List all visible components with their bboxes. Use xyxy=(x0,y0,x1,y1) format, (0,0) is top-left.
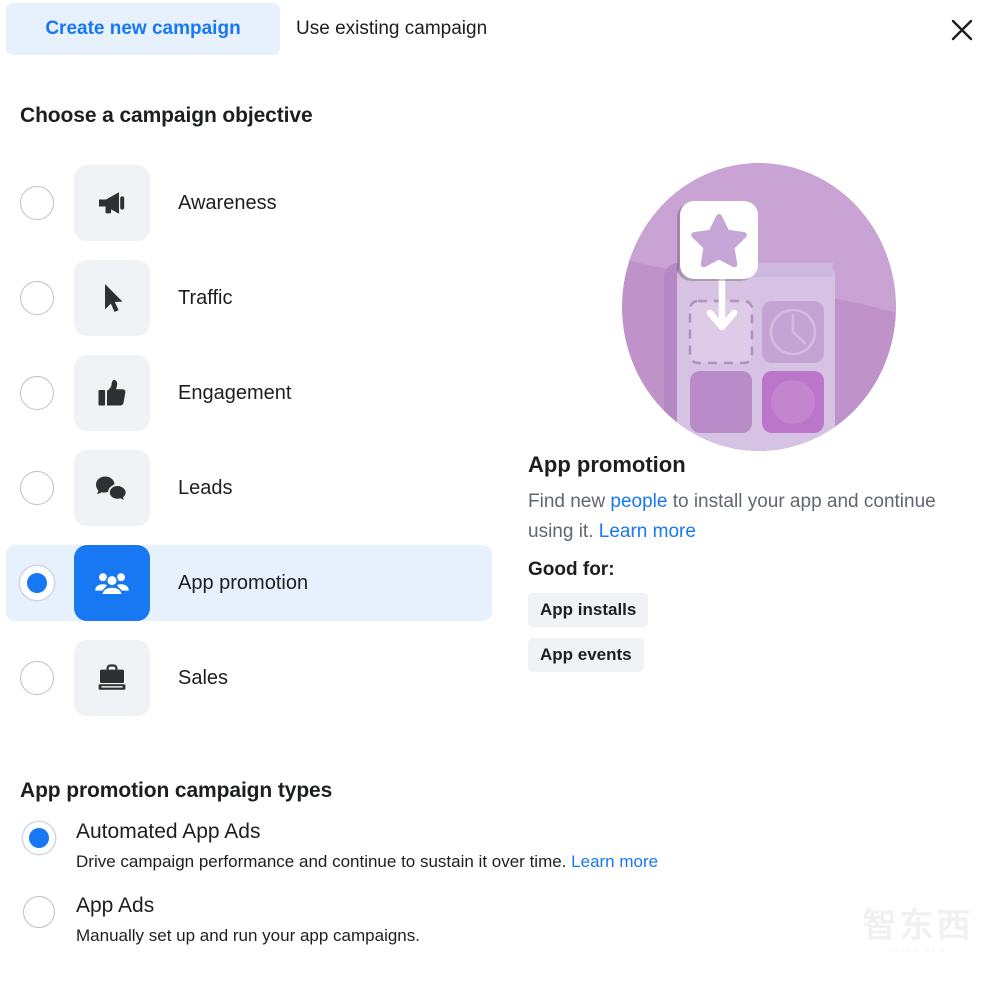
illustration-circle xyxy=(622,163,896,451)
objective-label-traffic: Traffic xyxy=(178,286,233,309)
good-for-chips: App installs App events xyxy=(528,593,988,683)
app-promotion-illustration xyxy=(622,163,896,451)
campaign-type-learn-more-link[interactable]: Learn more xyxy=(571,852,658,871)
campaign-type-row-app-ads[interactable]: App Ads Manually set up and run your app… xyxy=(20,892,820,966)
objective-label-app-promotion: App promotion xyxy=(178,571,309,594)
tab-use-existing-campaign-label: Use existing campaign xyxy=(296,18,488,39)
objective-section-title: Choose a campaign objective xyxy=(20,104,313,127)
tab-create-new-campaign[interactable]: Create new campaign xyxy=(6,3,280,55)
objective-row-engagement[interactable]: Engagement xyxy=(6,355,492,431)
detail-title: App promotion xyxy=(528,452,686,477)
chip-row-2: App events xyxy=(528,638,988,683)
campaign-type-label-app-ads: App Ads xyxy=(76,894,155,917)
thumbs-up-icon xyxy=(98,380,126,406)
objective-row-app-promotion[interactable]: App promotion xyxy=(6,545,492,621)
objective-icon-tile-engagement xyxy=(74,355,150,431)
campaign-type-desc-text-1: Drive campaign performance and continue … xyxy=(76,852,567,871)
objective-radio-sales[interactable] xyxy=(20,661,54,695)
people-link[interactable]: people xyxy=(610,491,667,512)
objective-label-leads: Leads xyxy=(178,476,233,499)
campaign-type-description-app-ads: Manually set up and run your app campaig… xyxy=(76,924,820,948)
objective-radio-leads[interactable] xyxy=(20,471,54,505)
tab-use-existing-campaign[interactable]: Use existing campaign xyxy=(296,3,556,55)
campaign-type-radio-automated-app-ads[interactable] xyxy=(23,822,55,854)
close-button[interactable] xyxy=(942,10,982,50)
objective-list: Awareness Traffic Engagement Leads App p… xyxy=(6,165,492,735)
cursor-icon xyxy=(105,284,123,312)
objective-icon-tile-app-promotion xyxy=(74,545,150,621)
objective-label-sales: Sales xyxy=(178,666,229,689)
objective-row-leads[interactable]: Leads xyxy=(6,450,492,526)
campaign-types-title: App promotion campaign types xyxy=(20,779,333,802)
illustration-artwork xyxy=(622,163,896,451)
speech-bubbles-icon xyxy=(96,476,128,504)
objective-icon-tile-sales xyxy=(74,640,150,716)
detail-description: Find new people to install your app and … xyxy=(528,487,948,547)
campaign-type-desc-text-2: Manually set up and run your app campaig… xyxy=(76,926,420,945)
people-group-icon xyxy=(95,573,129,596)
tab-create-new-campaign-label: Create new campaign xyxy=(45,18,241,39)
campaign-types-list: Automated App Ads Drive campaign perform… xyxy=(20,818,820,966)
briefcase-icon xyxy=(98,664,126,690)
chip-app-installs: App installs xyxy=(528,593,649,627)
objective-radio-traffic[interactable] xyxy=(20,281,54,315)
chip-app-events: App events xyxy=(528,638,644,672)
watermark: 智东西 zhidx.com xyxy=(854,905,982,967)
megaphone-icon xyxy=(99,192,125,214)
campaign-type-row-automated-app-ads[interactable]: Automated App Ads Drive campaign perform… xyxy=(20,818,820,892)
chip-row-1: App installs xyxy=(528,593,988,638)
campaign-type-radio-app-ads[interactable] xyxy=(23,896,55,928)
objective-row-traffic[interactable]: Traffic xyxy=(6,260,492,336)
dialog-tabbar: Create new campaign Use existing campaig… xyxy=(0,0,1000,58)
objective-icon-tile-traffic xyxy=(74,260,150,336)
objective-row-awareness[interactable]: Awareness xyxy=(6,165,492,241)
objective-radio-engagement[interactable] xyxy=(20,376,54,410)
close-icon xyxy=(951,19,973,41)
objective-label-awareness: Awareness xyxy=(178,191,277,214)
objective-detail-panel: App promotion Find new people to install… xyxy=(528,452,988,683)
objective-radio-app-promotion[interactable] xyxy=(20,566,54,600)
learn-more-link[interactable]: Learn more xyxy=(599,521,696,542)
detail-desc-part1: Find new xyxy=(528,491,611,512)
objective-row-sales[interactable]: Sales xyxy=(6,640,492,716)
good-for-label: Good for: xyxy=(528,559,615,580)
watermark-text: 智东西 xyxy=(862,906,974,946)
objective-icon-tile-awareness xyxy=(74,165,150,241)
objective-icon-tile-leads xyxy=(74,450,150,526)
objective-label-engagement: Engagement xyxy=(178,381,292,404)
campaign-type-description-automated-app-ads: Drive campaign performance and continue … xyxy=(76,850,820,874)
campaign-objective-dialog: Create new campaign Use existing campaig… xyxy=(0,0,1000,985)
objective-radio-awareness[interactable] xyxy=(20,186,54,220)
campaign-type-label-automated-app-ads: Automated App Ads xyxy=(76,820,261,843)
watermark-subtext: zhidx.com xyxy=(888,947,948,954)
